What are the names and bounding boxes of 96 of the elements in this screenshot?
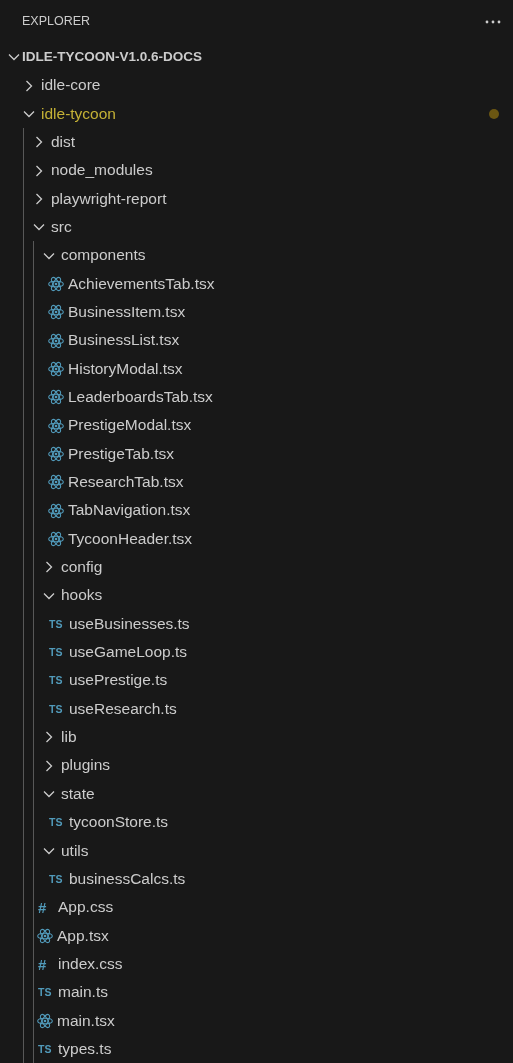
folder-name: lib xyxy=(61,728,77,747)
atom-icon xyxy=(48,446,64,462)
file-item[interactable]: TS useGameLoop.ts xyxy=(0,638,513,667)
file-item[interactable]: TS main.ts xyxy=(0,978,513,1007)
folder-item[interactable]: src xyxy=(0,213,513,242)
file-item[interactable]: TS useBusinesses.ts xyxy=(0,609,513,639)
folder-name: idle-core xyxy=(41,76,101,95)
file-item[interactable]: TS types.ts xyxy=(0,1035,513,1063)
atom-icon xyxy=(48,304,64,321)
file-name: useResearch.ts xyxy=(69,699,177,719)
file-name: App.css xyxy=(58,898,114,917)
file-item[interactable]: # App.css xyxy=(0,893,513,922)
folder-name: utils xyxy=(61,841,89,861)
folder-name: node_modules xyxy=(51,161,153,180)
folder-name: playwright-report xyxy=(51,189,167,209)
file-item[interactable]: HistoryModal.tsx xyxy=(0,354,513,384)
file-name: HistoryModal.tsx xyxy=(68,359,183,379)
file-item[interactable]: TS usePrestige.ts xyxy=(0,666,513,695)
typescript-icon: TS xyxy=(49,817,63,828)
folder-item[interactable]: lib xyxy=(0,723,513,752)
file-item[interactable]: PrestigeModal.tsx xyxy=(0,411,513,440)
typescript-icon: TS xyxy=(49,675,63,686)
more-icon[interactable] xyxy=(485,19,501,24)
file-name: BusinessList.tsx xyxy=(68,331,180,350)
typescript-icon: TS xyxy=(38,987,52,998)
file-item[interactable]: AchievementsTab.tsx xyxy=(0,269,513,299)
file-name: AchievementsTab.tsx xyxy=(68,274,215,294)
file-item[interactable]: main.tsx xyxy=(0,1006,513,1036)
file-name: businessCalcs.ts xyxy=(69,869,186,889)
file-name: tycoonStore.ts xyxy=(69,813,169,832)
folder-name: plugins xyxy=(61,756,111,776)
file-item[interactable]: TabNavigation.tsx xyxy=(0,496,513,525)
folder-name: state xyxy=(61,784,95,804)
file-name: usePrestige.ts xyxy=(69,671,168,691)
file-item[interactable]: TS tycoonStore.ts xyxy=(0,808,513,837)
typescript-icon: TS xyxy=(49,703,63,715)
folder-item[interactable]: state xyxy=(0,779,513,809)
folder-item[interactable]: config xyxy=(0,553,513,582)
atom-icon xyxy=(48,417,64,434)
file-name: ResearchTab.tsx xyxy=(68,473,184,492)
folder-name: src xyxy=(51,217,72,237)
folder-item[interactable]: idle-core xyxy=(0,71,513,100)
file-name: index.css xyxy=(58,954,123,974)
folder-name: components xyxy=(61,246,146,265)
file-name: PrestigeModal.tsx xyxy=(68,416,192,435)
typescript-icon: TS xyxy=(49,873,63,885)
file-name: App.tsx xyxy=(57,926,109,946)
file-name: TycoonHeader.tsx xyxy=(68,529,193,549)
folder-item[interactable]: idle-tycoon xyxy=(0,99,513,129)
typescript-icon: TS xyxy=(49,647,63,658)
file-item[interactable]: TycoonHeader.tsx xyxy=(0,524,513,554)
file-item[interactable]: # index.css xyxy=(0,950,513,979)
atom-icon xyxy=(37,927,53,944)
atom-icon xyxy=(48,275,64,292)
folder-item[interactable]: utils xyxy=(0,836,513,865)
folder-name: idle-tycoon xyxy=(41,104,116,124)
folder-name: dist xyxy=(51,132,76,152)
file-item[interactable]: BusinessItem.tsx xyxy=(0,298,513,327)
typescript-icon: TS xyxy=(38,1043,52,1055)
atom-icon xyxy=(37,1012,53,1029)
folder-name: IDLE-TYCOON-V1.0.6-DOCS xyxy=(22,49,203,66)
file-name: types.ts xyxy=(58,1039,112,1059)
folder-item[interactable]: playwright-report xyxy=(0,184,513,214)
hash-icon: # xyxy=(38,900,47,915)
file-item[interactable]: App.tsx xyxy=(0,921,513,950)
atom-icon xyxy=(48,389,64,406)
file-name: main.ts xyxy=(58,983,108,1002)
file-item[interactable]: LeaderboardsTab.tsx xyxy=(0,383,513,412)
file-name: useGameLoop.ts xyxy=(69,643,188,662)
file-item[interactable]: BusinessList.tsx xyxy=(0,326,513,355)
hash-icon: # xyxy=(38,956,47,972)
file-name: LeaderboardsTab.tsx xyxy=(68,388,213,407)
atom-icon xyxy=(48,332,64,349)
folder-item[interactable]: plugins xyxy=(0,751,513,780)
file-name: TabNavigation.tsx xyxy=(68,501,191,520)
typescript-icon: TS xyxy=(49,618,63,630)
folder-name: hooks xyxy=(61,586,103,605)
file-item[interactable]: PrestigeTab.tsx xyxy=(0,439,513,469)
file-item[interactable]: TS useResearch.ts xyxy=(0,694,513,724)
file-name: PrestigeTab.tsx xyxy=(68,444,174,464)
folder-item[interactable]: hooks xyxy=(0,581,513,610)
atom-icon xyxy=(48,502,64,519)
folder-item[interactable]: IDLE-TYCOON-V1.0.6-DOCS xyxy=(0,43,513,72)
folder-item[interactable]: dist xyxy=(0,128,513,157)
file-name: BusinessItem.tsx xyxy=(68,302,186,322)
atom-icon xyxy=(48,360,64,377)
folder-item[interactable]: components xyxy=(0,241,513,270)
folder-item[interactable]: node_modules xyxy=(0,156,513,185)
file-name: main.tsx xyxy=(57,1011,115,1031)
file-item[interactable]: ResearchTab.tsx xyxy=(0,468,513,497)
atom-icon xyxy=(48,531,64,547)
file-item[interactable]: TS businessCalcs.ts xyxy=(0,864,513,894)
atom-icon xyxy=(48,474,64,491)
folder-name: config xyxy=(61,558,103,577)
panel-title: EXPLORER xyxy=(22,13,91,31)
file-name: useBusinesses.ts xyxy=(69,614,190,634)
